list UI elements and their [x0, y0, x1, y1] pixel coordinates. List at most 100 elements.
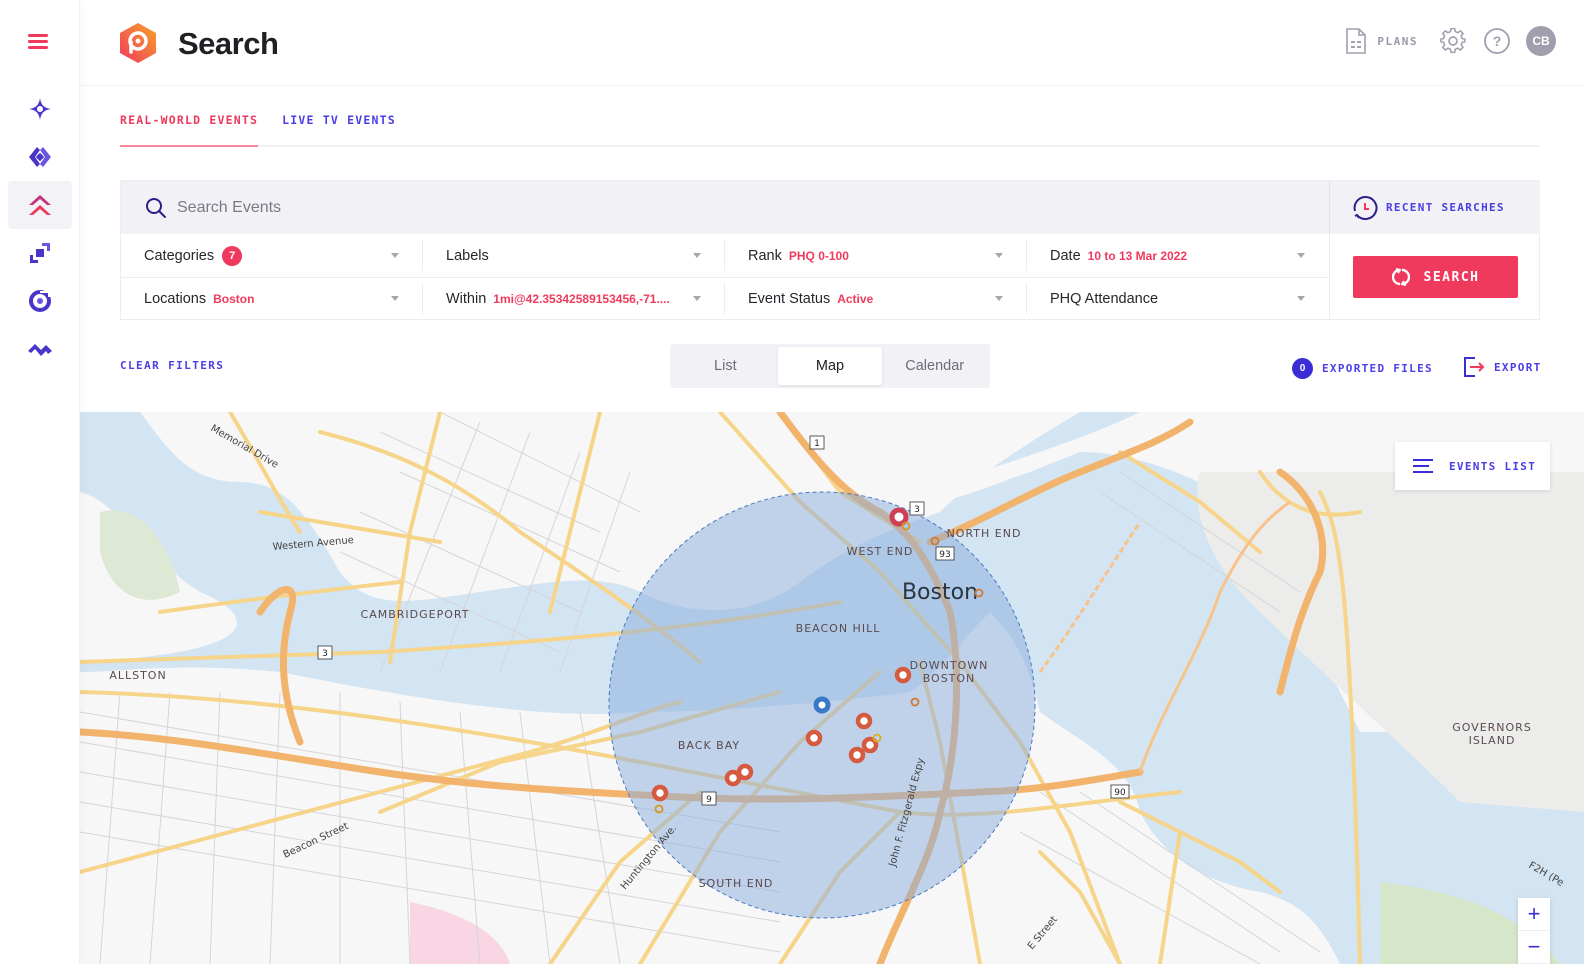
- plans-button[interactable]: PLANS: [1345, 28, 1418, 54]
- svg-text:3: 3: [914, 505, 920, 515]
- page-title: Search: [178, 26, 279, 61]
- sidebar-item-5[interactable]: [8, 277, 72, 325]
- chevron-down-icon: [391, 253, 399, 258]
- event-marker[interactable]: [894, 666, 912, 684]
- stacked-squares-icon: [30, 243, 50, 263]
- sidebar-item-3[interactable]: [8, 181, 72, 229]
- events-list-button[interactable]: EVENTS LIST: [1395, 442, 1550, 490]
- map-zoom-controls: + −: [1518, 898, 1550, 964]
- chevron-down-icon: [1297, 296, 1305, 301]
- filter-labels[interactable]: Labels: [423, 234, 725, 277]
- export-button[interactable]: EXPORT: [1463, 356, 1542, 378]
- events-list-label: EVENTS LIST: [1449, 459, 1537, 473]
- route-shield: 3: [317, 645, 333, 660]
- filter-label: Categories: [144, 247, 215, 264]
- sidebar-item-2[interactable]: [8, 133, 72, 181]
- tab-live-tv-events[interactable]: LIVE TV EVENTS: [282, 108, 396, 147]
- zoom-in-button[interactable]: +: [1518, 898, 1550, 931]
- filter-categories[interactable]: Categories 7: [121, 234, 423, 277]
- exported-count-badge: 0: [1292, 358, 1313, 379]
- view-calendar[interactable]: Calendar: [882, 347, 987, 385]
- filter-rank[interactable]: Rank PHQ 0-100: [725, 234, 1027, 277]
- area-label: BOSTON: [923, 672, 976, 685]
- zoom-out-button[interactable]: −: [1518, 931, 1550, 964]
- filter-within[interactable]: Within 1mi@42.35342589153456,-71....: [423, 277, 725, 320]
- help-icon: ?: [1484, 28, 1510, 54]
- svg-text:9: 9: [706, 795, 712, 805]
- tab-real-world-events[interactable]: REAL-WORLD EVENTS: [120, 108, 259, 147]
- filter-value: 10 to 13 Mar 2022: [1087, 248, 1188, 263]
- view-toggle: List Map Calendar: [670, 344, 990, 388]
- search-button[interactable]: SEARCH: [1353, 256, 1518, 298]
- chevron-down-icon: [391, 296, 399, 301]
- filter-value: Active: [837, 291, 874, 306]
- search-center-marker[interactable]: [813, 696, 831, 714]
- help-button[interactable]: ?: [1482, 26, 1512, 56]
- area-label: CAMBRIDGEPORT: [361, 608, 470, 621]
- user-avatar[interactable]: CB: [1526, 26, 1556, 56]
- clear-filters-button[interactable]: CLEAR FILTERS: [120, 359, 224, 372]
- area-label: SOUTH END: [699, 877, 774, 890]
- search-icon: [146, 197, 166, 218]
- plans-label: PLANS: [1377, 34, 1418, 48]
- sidebar: [0, 0, 80, 964]
- sidebar-item-4[interactable]: [8, 229, 72, 277]
- chevron-down-icon: [995, 296, 1003, 301]
- area-label: DOWNTOWN: [910, 659, 989, 672]
- event-marker[interactable]: [724, 769, 742, 787]
- event-marker[interactable]: [848, 746, 866, 764]
- settings-button[interactable]: [1438, 26, 1468, 56]
- filter-locations[interactable]: Locations Boston: [121, 277, 423, 320]
- search-bar: [121, 181, 1329, 234]
- svg-text:90: 90: [1114, 788, 1126, 798]
- filter-value: PHQ 0-100: [788, 248, 849, 263]
- area-label: NORTH END: [947, 527, 1022, 540]
- filter-label: Within: [446, 290, 487, 307]
- filter-phq-attendance[interactable]: PHQ Attendance: [1027, 277, 1329, 320]
- view-map[interactable]: Map: [777, 347, 883, 385]
- area-label: BEACON HILL: [796, 622, 881, 635]
- filter-value: Boston: [213, 291, 255, 306]
- area-label: GOVERNORS: [1452, 721, 1532, 734]
- route-shield: 9: [701, 791, 717, 806]
- event-marker[interactable]: [889, 507, 909, 527]
- gear-icon: [1440, 28, 1466, 54]
- filter-event-status[interactable]: Event Status Active: [725, 277, 1027, 320]
- area-label: BACK BAY: [678, 739, 740, 752]
- events-map[interactable]: 1 3 93 3 9 90 WEST END NORTH END BEACON …: [80, 412, 1584, 964]
- recent-searches-button[interactable]: RECENT SEARCHES: [1329, 181, 1540, 234]
- refresh-icon: [1391, 268, 1410, 286]
- route-shield: 3: [909, 501, 925, 516]
- app-logo-icon: [120, 23, 156, 63]
- svg-text:3: 3: [322, 649, 328, 659]
- svg-text:93: 93: [939, 550, 950, 560]
- chevron-down-icon: [693, 296, 701, 301]
- svg-text:1: 1: [814, 439, 820, 449]
- filter-label: Labels: [446, 247, 489, 264]
- sidebar-item-6[interactable]: [8, 325, 72, 373]
- exported-files-button[interactable]: 0 EXPORTED FILES: [1292, 358, 1433, 379]
- double-chevron-up-icon: [29, 195, 51, 215]
- city-label: Boston: [902, 580, 978, 605]
- view-list[interactable]: List: [673, 347, 778, 385]
- area-label: ALLSTON: [109, 669, 166, 682]
- sidebar-item-1[interactable]: [8, 85, 72, 133]
- svg-text:?: ?: [1493, 33, 1502, 49]
- hamburger-menu-icon[interactable]: [28, 34, 52, 52]
- search-button-label: SEARCH: [1423, 269, 1480, 285]
- exported-files-label: EXPORTED FILES: [1322, 362, 1433, 375]
- chevron-down-icon: [693, 253, 701, 258]
- document-icon: [1346, 28, 1367, 54]
- event-marker[interactable]: [651, 784, 669, 802]
- event-marker[interactable]: [855, 712, 873, 730]
- filter-date[interactable]: Date 10 to 13 Mar 2022: [1027, 234, 1329, 277]
- target-ring-icon: [29, 290, 51, 312]
- filter-label: PHQ Attendance: [1050, 290, 1159, 307]
- search-panel: RECENT SEARCHES Categories 7 Labels Rank…: [120, 180, 1540, 320]
- event-type-tabs: REAL-WORLD EVENTS LIVE TV EVENTS: [120, 108, 1540, 147]
- top-header: Search PLANS ? CB: [80, 0, 1584, 86]
- event-marker[interactable]: [805, 729, 823, 747]
- categories-count-badge: 7: [222, 245, 243, 266]
- filters-grid: Categories 7 Labels Rank PHQ 0-100 Date …: [121, 234, 1329, 320]
- search-input[interactable]: [177, 198, 1277, 217]
